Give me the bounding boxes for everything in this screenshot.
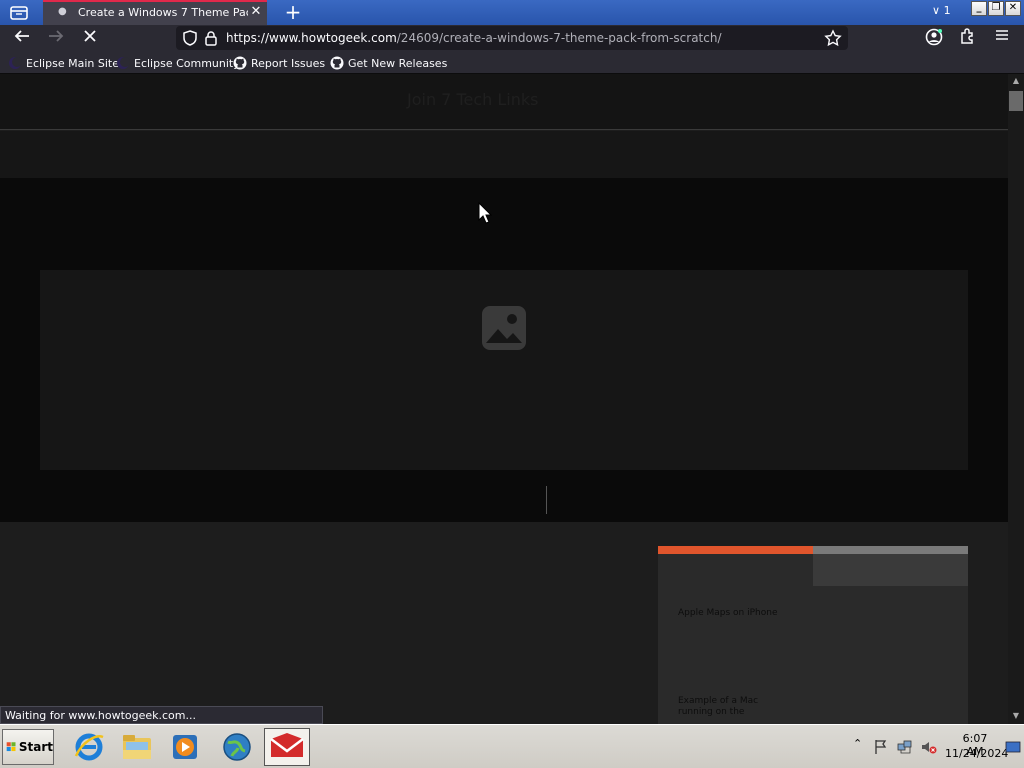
app-envelope-icon [270,733,304,757]
window-controls: _ ❐ ✕ [971,1,1021,17]
tab-active[interactable]: ● Create a Windows 7 Theme Pack Fi ✕ [43,0,267,25]
loading-favicon-icon: ● [58,6,67,17]
image-placeholder-icon [481,305,527,351]
mouse-cursor-icon [478,201,493,224]
sidebar-trending-card: Apple Maps on iPhone Example of a Mac ru… [658,546,968,724]
system-tray: ⌃ 6:07 AM 11/24/2024 [849,731,1023,763]
bookmark-report-issues[interactable]: Report Issues [233,55,325,71]
url-path: /24609/create-a-windows-7-theme-pack-fro… [396,31,722,45]
site-subnav [0,131,1008,178]
url-host: https://www.howtogeek.com [226,31,397,45]
start-label: Start [18,740,53,754]
close-window-button[interactable]: ✕ [1005,1,1021,16]
clock-date[interactable]: 11/24/2024 [945,747,1008,760]
tracking-shield-icon[interactable] [182,29,198,47]
bookmark-eclipse-community[interactable]: Eclipse Community [116,55,240,71]
page-scrollbar[interactable]: ▲ ▼ [1008,74,1024,724]
action-center-flag-icon[interactable] [873,739,889,755]
sidebar-tab-inactive[interactable] [813,554,968,586]
restore-button[interactable]: ❐ [988,1,1004,16]
bookmarks-toolbar: Eclipse Main Site Eclipse Community Repo… [0,52,1024,74]
tab-strip: ● Create a Windows 7 Theme Pack Fi ✕ + ∨… [0,0,1024,25]
volume-muted-icon[interactable] [921,739,937,755]
stop-x-icon [84,30,96,42]
navigation-toolbar: https://www.howtogeek.com/24609/create-a… [0,25,1024,52]
github-icon [233,56,247,70]
account-button[interactable] [922,27,946,51]
media-player-icon[interactable] [168,730,202,764]
tab-overflow-button[interactable]: ∨ 1 [932,4,960,20]
status-bar: Waiting for www.howtogeek.com... [0,706,323,724]
start-button[interactable]: Start [2,729,54,765]
bookmark-star-icon[interactable] [824,29,842,47]
hero-image-placeholder [40,270,968,470]
tab-overflow-count: 1 [943,4,951,17]
extensions-button[interactable] [956,27,980,51]
sidebar-tab-active-bar[interactable] [658,546,813,554]
puzzle-icon [961,28,973,44]
header-promo-text[interactable]: Join 7 Tech Links [407,90,538,109]
article-hero [0,178,1008,522]
sidebar-article-link[interactable]: Example of a Mac running on the [678,696,778,718]
menu-button[interactable] [990,27,1014,51]
address-bar[interactable]: https://www.howtogeek.com/24609/create-a… [176,26,848,50]
show-desktop-icon[interactable] [1005,739,1021,755]
scroll-thumb[interactable] [1009,91,1023,111]
minimize-button[interactable]: _ [971,1,987,16]
forward-button[interactable] [44,27,68,51]
account-icon [925,28,943,46]
internet-explorer-icon[interactable] [72,730,106,764]
tab-list-icon[interactable] [9,4,29,22]
hamburger-menu-icon [996,30,1008,40]
file-explorer-icon[interactable] [120,730,154,764]
page-content: Join 7 Tech Links Apple Maps on iPhone E… [0,74,1008,724]
bookmark-label: Get New Releases [348,56,448,70]
back-button[interactable] [10,27,34,51]
github-icon [330,56,344,70]
bookmark-label: Eclipse Community [134,56,240,70]
scroll-up-icon[interactable]: ▲ [1011,76,1021,85]
network-globe-icon[interactable] [220,730,254,764]
lock-icon[interactable] [204,29,218,47]
back-arrow-icon [14,30,29,42]
stop-loading-button[interactable] [78,27,102,51]
network-icon[interactable] [897,739,913,755]
bookmark-label: Report Issues [251,56,326,70]
taskbar: Start ⌃ 6:07 AM 11/24/2024 [0,724,1024,768]
forward-arrow-icon [49,30,64,42]
sidebar-article-link[interactable]: Apple Maps on iPhone [678,608,778,619]
eclipse-icon [8,56,22,70]
close-tab-icon[interactable]: ✕ [249,4,263,20]
site-header: Join 7 Tech Links [0,74,1008,130]
chevron-down-icon: ∨ [932,4,941,17]
bookmark-label: Eclipse Main Site [26,56,119,70]
scroll-down-icon[interactable]: ▼ [1011,711,1021,720]
windows-logo-icon [6,742,16,752]
sidebar-tab-inactive-bar[interactable] [813,546,968,554]
new-tab-button[interactable]: + [282,1,304,23]
url-text[interactable]: https://www.howtogeek.com/24609/create-a… [226,31,722,45]
eclipse-icon [116,56,130,70]
bookmark-eclipse-main-site[interactable]: Eclipse Main Site [8,55,119,71]
loading-divider [546,486,547,514]
tab-title: Create a Windows 7 Theme Pack Fi [78,6,248,19]
active-app-button[interactable] [264,728,310,766]
show-hidden-icons-icon[interactable]: ⌃ [853,737,869,753]
bookmark-get-new-releases[interactable]: Get New Releases [330,55,447,71]
